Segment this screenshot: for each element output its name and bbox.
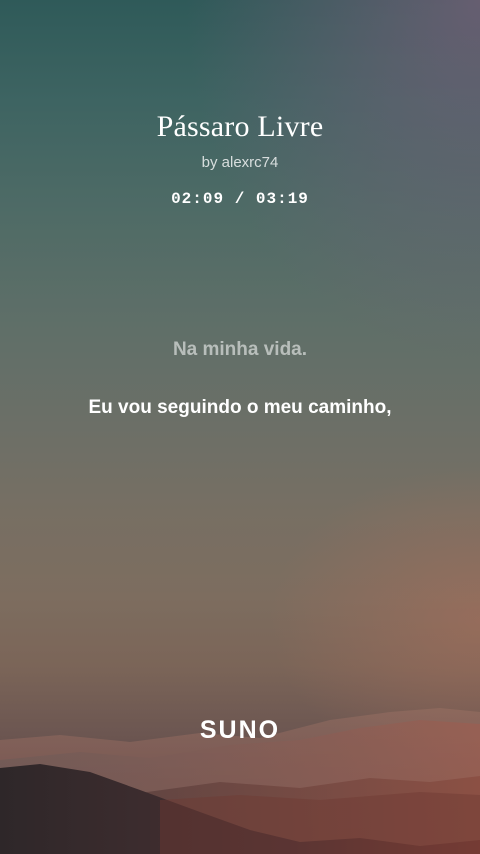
playback-time: 02:09 / 03:19 (171, 190, 309, 208)
song-title: Pássaro Livre (156, 110, 324, 143)
lyric-line-current: Eu vou seguindo o meu caminho, (88, 397, 392, 418)
suno-logo: SUNO (199, 716, 281, 744)
song-artist: by alexrc74 (201, 154, 279, 171)
lyric-line-previous: Na minha vida. (172, 339, 308, 360)
